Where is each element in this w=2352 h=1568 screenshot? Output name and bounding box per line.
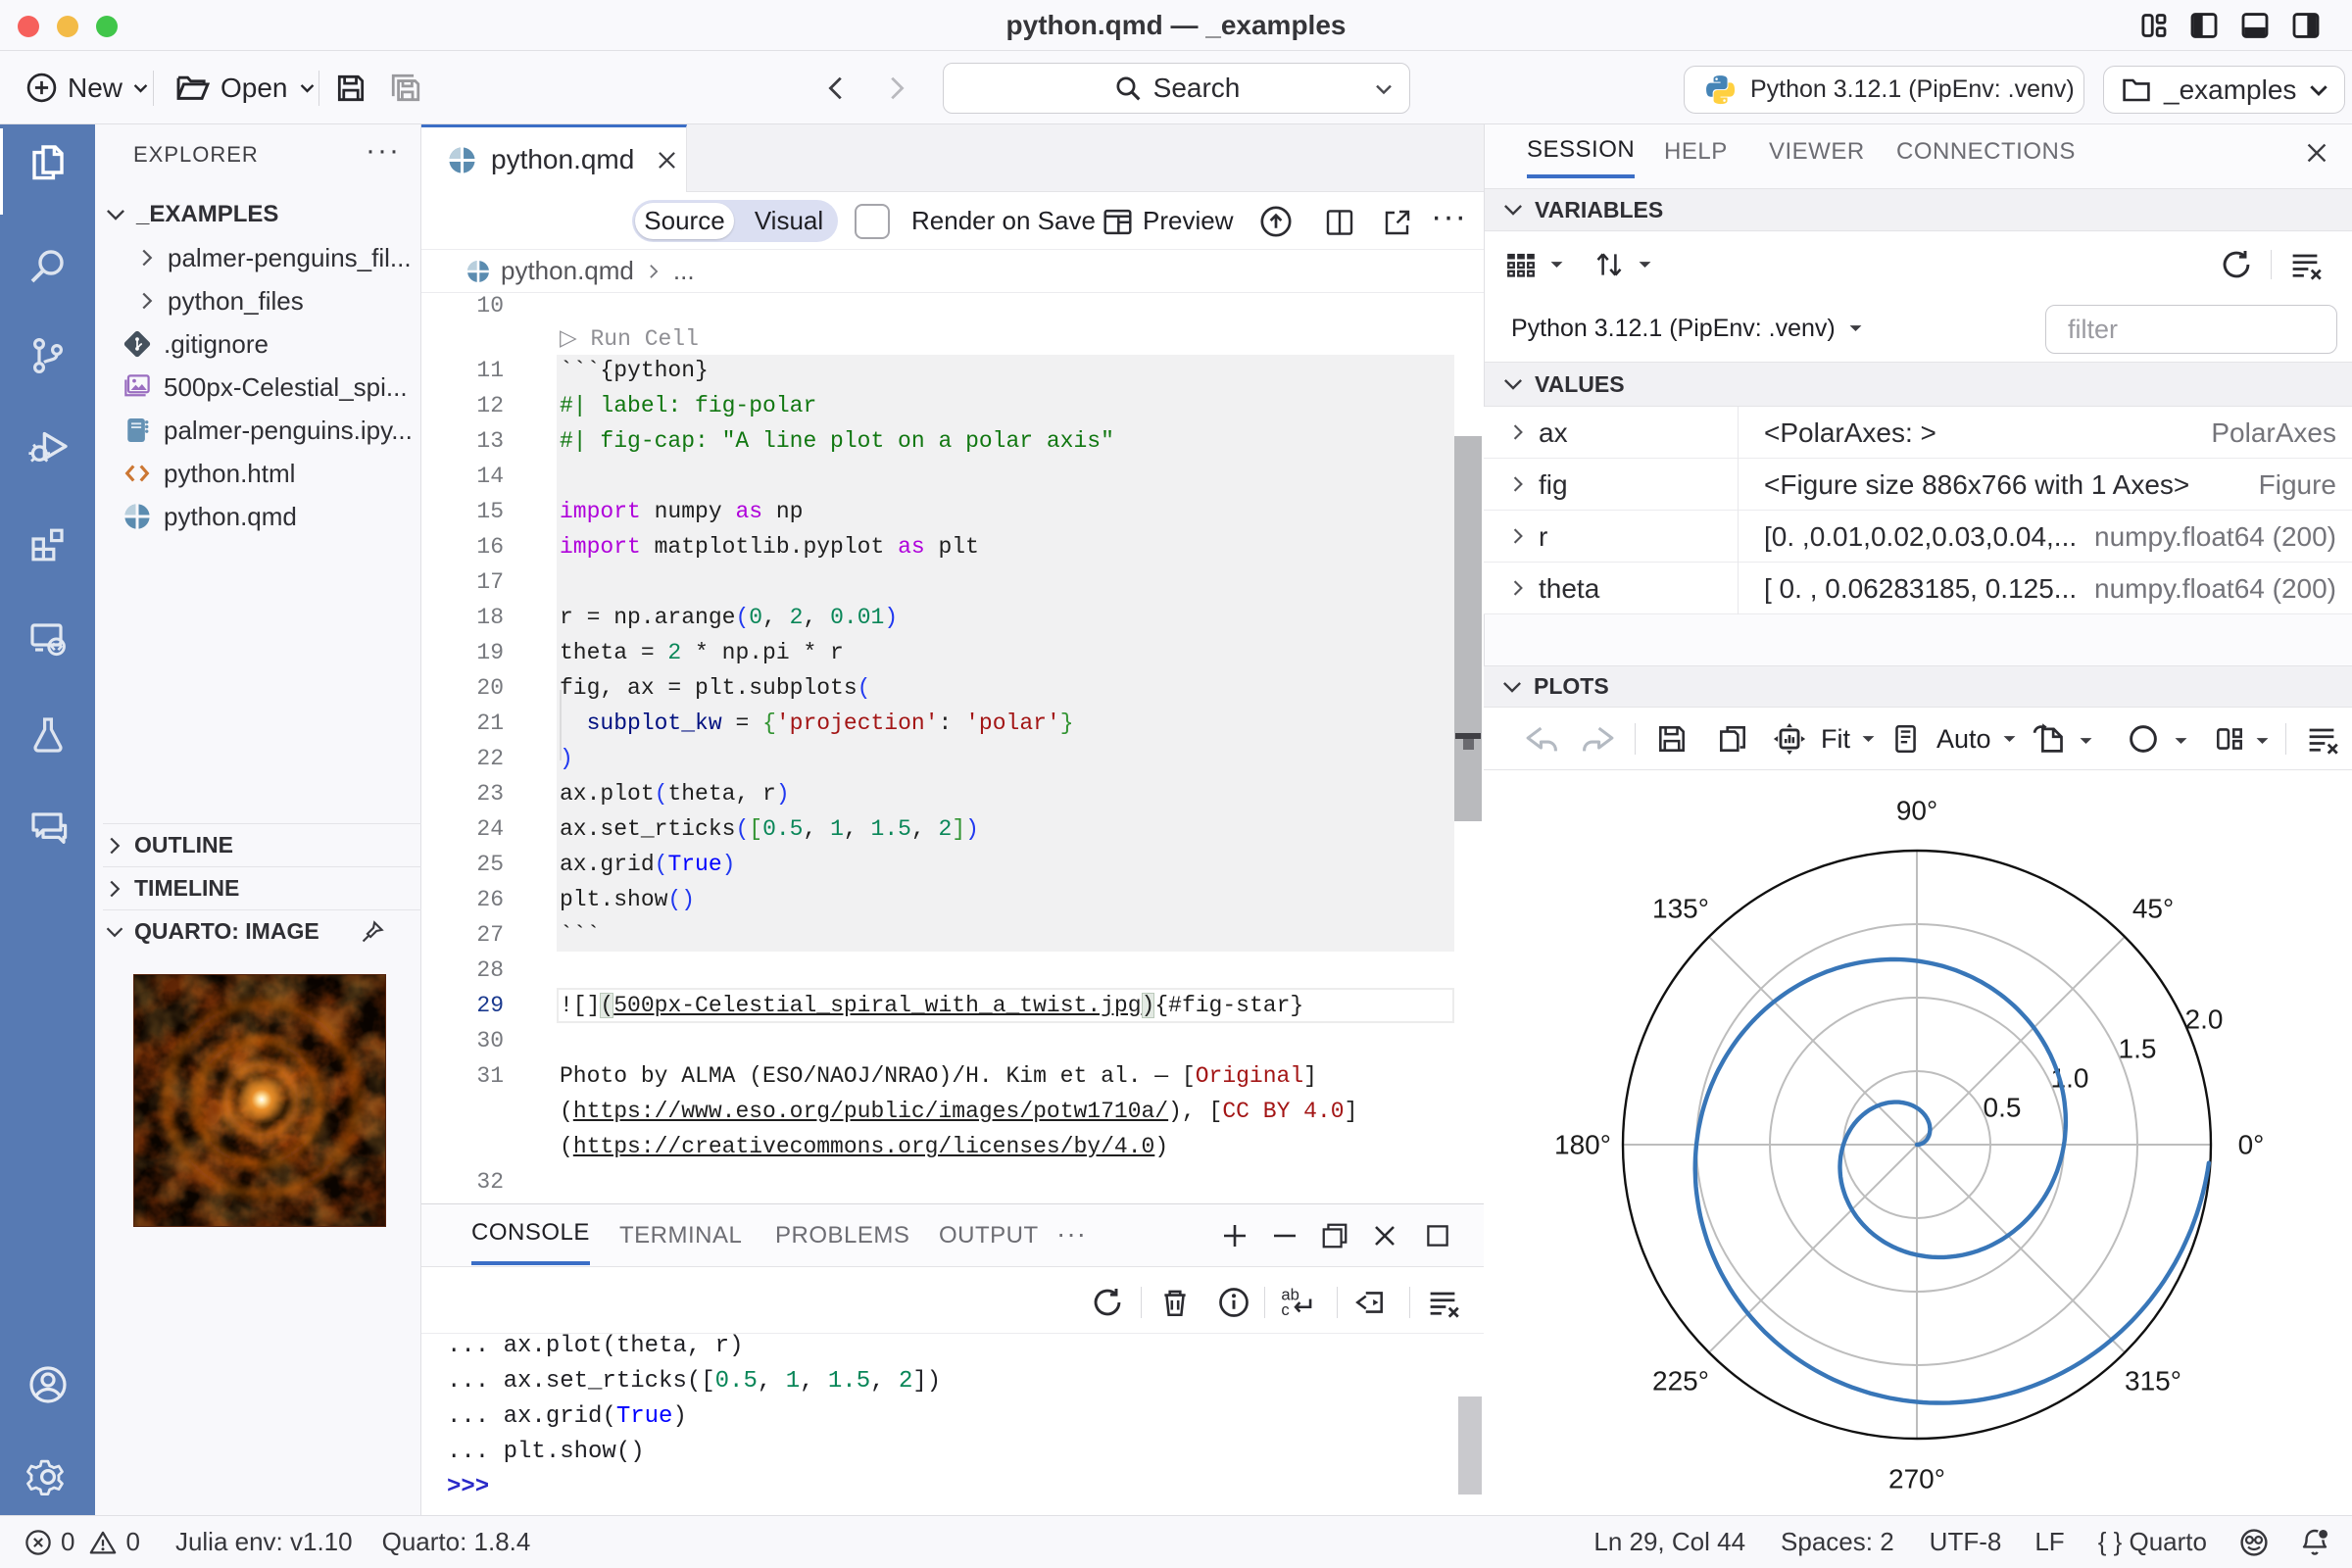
svg-text:2.0: 2.0 [2185,1004,2224,1035]
svg-text:c: c [1281,1300,1289,1319]
svg-text:1.5: 1.5 [2119,1034,2157,1064]
svg-text:225°: 225° [1652,1366,1709,1396]
svg-text:315°: 315° [2125,1366,2181,1396]
svg-text:180°: 180° [1554,1130,1611,1160]
svg-text:90°: 90° [1896,796,1937,826]
svg-text:0°: 0° [2238,1130,2265,1160]
svg-text:135°: 135° [1652,894,1709,924]
svg-text:45°: 45° [2132,894,2174,924]
svg-text:0.5: 0.5 [1984,1093,2022,1123]
svg-text:270°: 270° [1888,1464,1945,1494]
